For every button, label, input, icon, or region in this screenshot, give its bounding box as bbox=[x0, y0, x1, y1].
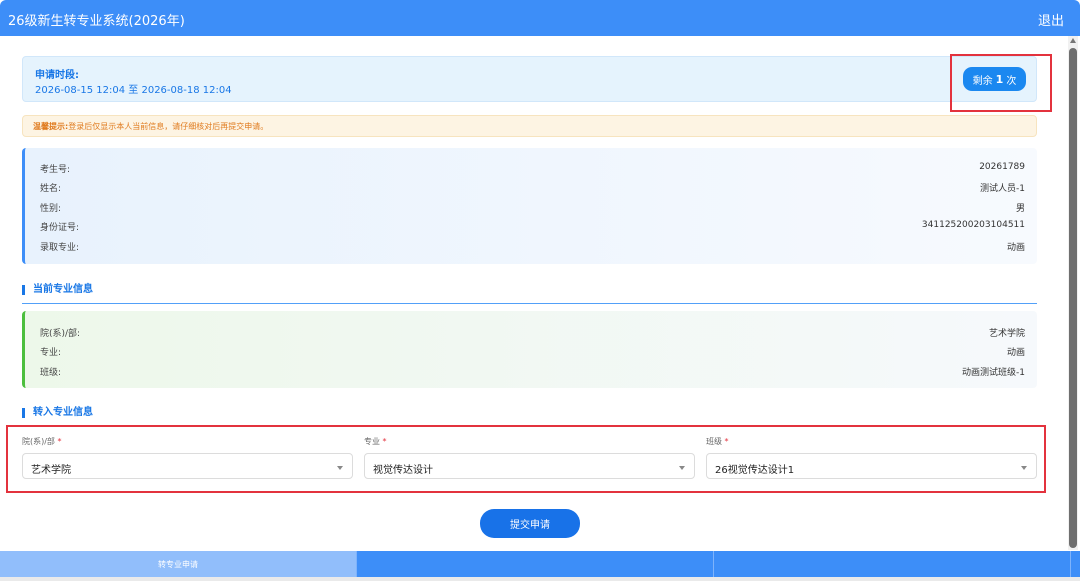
info-label: 录取专业: bbox=[40, 243, 80, 253]
info-value: 动画测试班级-1 bbox=[962, 368, 1025, 378]
tip-bar: 温馨提示:登录后仅显示本人当前信息，请仔细核对后再提交申请。 bbox=[22, 115, 1037, 137]
info-value: 341125200203104511 bbox=[921, 220, 1025, 230]
scroll-up-arrow-icon[interactable] bbox=[1070, 38, 1076, 43]
tab-2[interactable] bbox=[357, 551, 714, 577]
bottom-strip bbox=[0, 577, 1080, 581]
application-period-card: 申请时段: 2026-08-15 12:04 至 2026-08-18 12:0… bbox=[22, 56, 1037, 102]
tip-title: 温馨提示: bbox=[33, 122, 69, 131]
info-label: 班级: bbox=[40, 368, 62, 378]
current-major-card: 院(系)/部: 艺术学院 专业: 动画 班级: 动画测试班级-1 bbox=[22, 311, 1037, 388]
logout-link[interactable]: 退出 bbox=[1038, 10, 1064, 29]
tip-text: 登录后仅显示本人当前信息，请仔细核对后再提交申请。 bbox=[68, 122, 269, 131]
info-value: 20261789 bbox=[979, 162, 1025, 172]
info-value: 动画 bbox=[1006, 348, 1025, 358]
info-value: 测试人员-1 bbox=[980, 184, 1025, 194]
info-label: 考生号: bbox=[40, 165, 71, 175]
info-value: 动画 bbox=[1006, 243, 1025, 253]
scrollbar[interactable] bbox=[1068, 36, 1078, 550]
highlight-box-transfer-form bbox=[6, 425, 1046, 493]
info-label: 专业: bbox=[40, 348, 62, 358]
bottom-nav: 转专业申请 bbox=[0, 551, 1080, 577]
scroll-thumb[interactable] bbox=[1069, 48, 1077, 548]
section-title-current-major: 当前专业信息 bbox=[22, 285, 93, 295]
top-bar: 26级新生转专业系统(2026年) 退出 bbox=[0, 0, 1080, 36]
info-label: 院(系)/部: bbox=[40, 329, 81, 339]
info-value: 艺术学院 bbox=[988, 329, 1025, 339]
period-label: 申请时段: bbox=[35, 70, 79, 81]
tab-transfer-application[interactable]: 转专业申请 bbox=[0, 551, 357, 577]
info-label: 身份证号: bbox=[40, 223, 80, 233]
highlight-box-remaining bbox=[950, 54, 1052, 112]
app-title: 26级新生转专业系统(2026年) bbox=[8, 14, 185, 29]
section-divider bbox=[22, 303, 1037, 304]
period-range: 2026-08-15 12:04 至 2026-08-18 12:04 bbox=[35, 85, 232, 96]
tab-3[interactable] bbox=[714, 551, 1071, 577]
submit-button[interactable]: 提交申请 bbox=[480, 509, 580, 538]
info-value: 男 bbox=[1015, 204, 1025, 214]
student-info-card: 考生号: 20261789 姓名: 测试人员-1 性别: 男 身份证号: 341… bbox=[22, 148, 1037, 264]
info-label: 性别: bbox=[40, 204, 62, 214]
info-label: 姓名: bbox=[40, 184, 62, 194]
section-title-transfer-major: 转入专业信息 bbox=[22, 408, 93, 418]
